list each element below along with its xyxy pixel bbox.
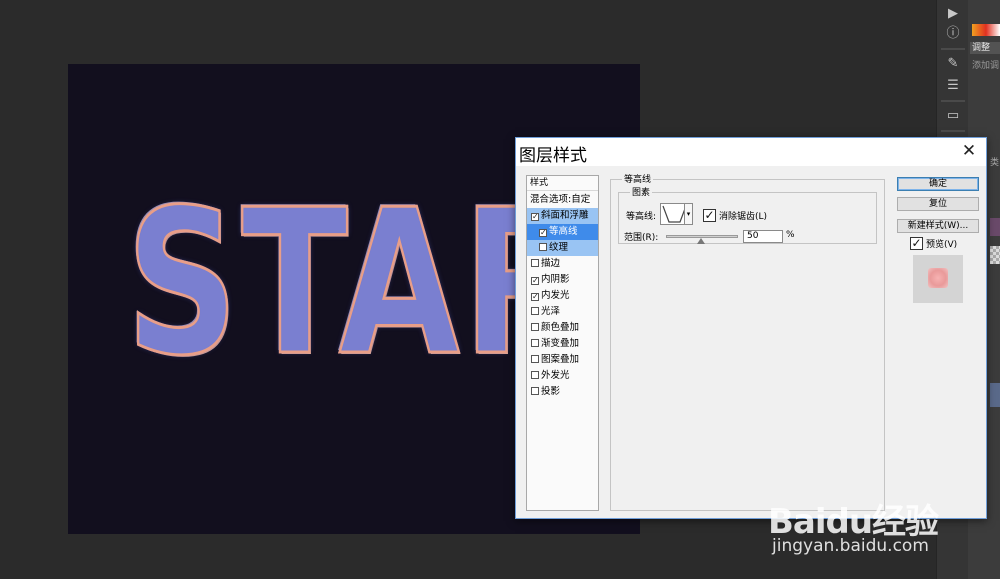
tab-adjustments[interactable]: 调整 xyxy=(970,42,1000,54)
style-checkbox[interactable] xyxy=(539,243,547,251)
style-preview xyxy=(913,255,963,303)
style-checkbox[interactable]: ✓ xyxy=(531,213,539,221)
style-checkbox[interactable] xyxy=(531,323,539,331)
style-item[interactable]: ✓ 斜面和浮雕 xyxy=(527,208,598,224)
chevron-down-icon[interactable]: ▾ xyxy=(684,203,693,225)
layer-style-dialog: 图层样式 ✕ 样式 混合选项:自定 ✓ 斜面和浮雕 ✓ 等高线 纹理 描边 ✓ 内阴影 ✓ 内发光光… xyxy=(515,137,987,519)
style-item[interactable]: 描边 xyxy=(527,256,598,272)
elements-subgroup-title: 图素 xyxy=(630,185,653,198)
layers-kind-label: 类 xyxy=(990,158,1000,168)
range-unit: % xyxy=(786,230,795,240)
range-slider-thumb[interactable] xyxy=(697,238,705,244)
range-label: 范围(R): xyxy=(624,233,659,243)
strip-divider xyxy=(941,48,965,50)
style-item-label: 斜面和浮雕 xyxy=(541,210,589,221)
adjust-sliders-icon[interactable]: ☰ xyxy=(945,78,961,94)
style-checkbox[interactable]: ✓ xyxy=(539,229,547,237)
style-checkbox[interactable]: ✓ xyxy=(531,293,539,301)
style-item-label: 渐变叠加 xyxy=(541,338,580,349)
style-item-label: 外发光 xyxy=(541,370,570,381)
style-item-label: 光泽 xyxy=(541,306,561,317)
dialog-titlebar: 图层样式 ✕ xyxy=(516,138,986,166)
style-item-label: 图案叠加 xyxy=(541,354,580,365)
style-item-label: 纹理 xyxy=(549,242,569,253)
strip-divider xyxy=(941,100,965,102)
range-input[interactable]: 50 xyxy=(743,230,783,243)
style-checkbox[interactable] xyxy=(531,371,539,379)
color-spectrum[interactable] xyxy=(972,24,1000,36)
preview-label: 预览(V) xyxy=(926,240,958,250)
properties-icon[interactable]: ▭ xyxy=(945,108,961,124)
brush-icon[interactable]: ✎ xyxy=(945,56,961,72)
watermark-url: jingyan.baidu.com xyxy=(772,536,929,556)
antialias-label: 消除锯齿(L) xyxy=(719,212,768,222)
style-item-label: 投影 xyxy=(541,386,561,397)
style-checkbox[interactable] xyxy=(531,339,539,347)
style-item[interactable]: 纹理 xyxy=(527,240,598,256)
style-item[interactable]: ✓ 内阴影 xyxy=(527,272,598,288)
style-item-label: 等高线 xyxy=(549,226,578,237)
reset-button[interactable]: 复位 xyxy=(897,197,979,211)
style-checkbox[interactable] xyxy=(531,387,539,395)
dialog-title: 图层样式 xyxy=(519,146,587,166)
style-checkbox[interactable] xyxy=(531,259,539,267)
adjustments-subtitle: 添加调 xyxy=(972,61,1000,71)
contour-label: 等高线: xyxy=(626,212,657,222)
style-checkbox[interactable]: ✓ xyxy=(531,277,539,285)
ok-button[interactable]: 确定 xyxy=(897,177,979,191)
style-checkbox[interactable] xyxy=(531,355,539,363)
styles-list: 样式 混合选项:自定 ✓ 斜面和浮雕 ✓ 等高线 纹理 描边 ✓ 内阴影 ✓ 内发光 光泽 颜色叠加 渐变… xyxy=(526,175,599,511)
style-item[interactable]: 颜色叠加 xyxy=(527,320,598,336)
selected-layer-row[interactable] xyxy=(990,383,1000,407)
style-item-label: 颜色叠加 xyxy=(541,322,580,333)
style-item[interactable]: ✓ 等高线 xyxy=(527,224,598,240)
close-icon[interactable]: ✕ xyxy=(960,142,978,160)
styles-header: 样式 xyxy=(527,176,598,191)
style-checkbox[interactable] xyxy=(531,307,539,315)
strip-divider xyxy=(941,130,965,132)
style-item-label: 描边 xyxy=(541,258,561,269)
info-icon[interactable]: ⓘ xyxy=(945,26,961,42)
style-item[interactable]: 渐变叠加 xyxy=(527,336,598,352)
preview-checkbox[interactable]: ✓ xyxy=(910,237,923,250)
antialias-checkbox[interactable]: ✓ xyxy=(703,209,716,222)
style-item[interactable]: 投影 xyxy=(527,384,598,400)
style-item[interactable]: 外发光 xyxy=(527,368,598,384)
play-icon[interactable]: ▶ xyxy=(945,6,961,22)
style-item-label: 混合选项:自定 xyxy=(530,194,591,205)
style-item[interactable]: 图案叠加 xyxy=(527,352,598,368)
style-preview-swatch xyxy=(928,268,948,288)
style-item-label: 内发光 xyxy=(541,290,570,301)
style-item[interactable]: 混合选项:自定 xyxy=(527,192,598,208)
new-style-button[interactable]: 新建样式(W)... xyxy=(897,219,979,233)
layer-thumbnail[interactable] xyxy=(990,218,1000,236)
style-item-label: 内阴影 xyxy=(541,274,570,285)
layer-thumbnail[interactable] xyxy=(990,246,1000,264)
style-item[interactable]: ✓ 内发光 xyxy=(527,288,598,304)
contour-group-title: 等高线 xyxy=(622,172,654,185)
style-item[interactable]: 光泽 xyxy=(527,304,598,320)
